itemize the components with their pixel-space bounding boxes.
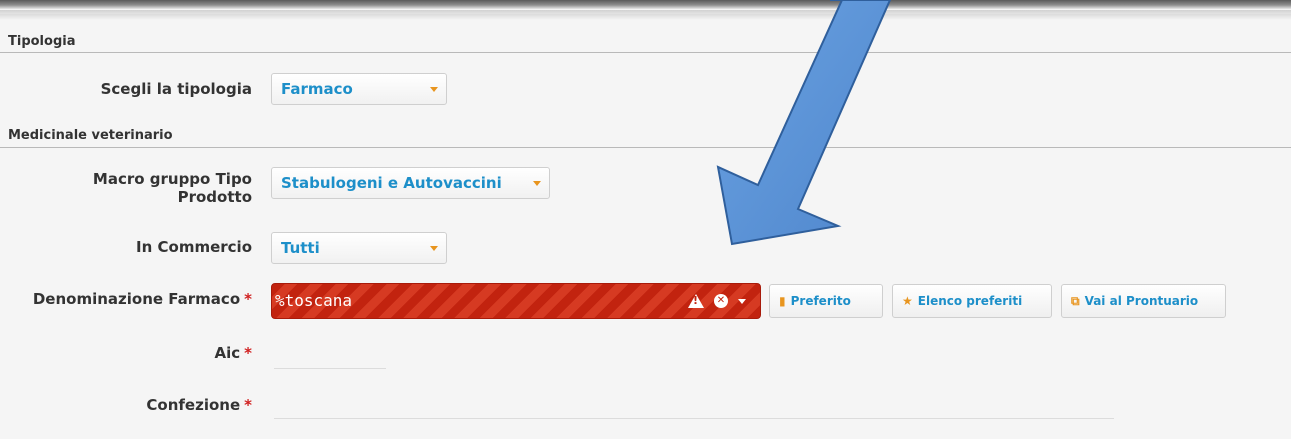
star-icon: ★ [902, 294, 913, 308]
denominazione-input[interactable]: %toscana ✕ [271, 283, 761, 319]
input-value: %toscana [275, 291, 353, 310]
label-denominazione: Denominazione Farmaco * [33, 290, 252, 308]
button-label: Preferito [790, 294, 851, 308]
section-title-medicinale: Medicinale veterinario [8, 128, 173, 143]
input-icons: ✕ [688, 284, 746, 318]
bookmark-icon: ▮ [779, 294, 786, 308]
preferito-button[interactable]: ▮ Preferito [769, 284, 883, 318]
tipologia-select[interactable]: Farmaco [271, 73, 447, 105]
section-title-tipologia: Tipologia [8, 34, 76, 49]
required-marker: * [244, 290, 252, 308]
label-in-commercio: In Commercio [136, 238, 252, 256]
label-text: Confezione [146, 396, 241, 414]
top-bar-shadow [0, 10, 1291, 20]
label-aic: Aic * [214, 344, 252, 362]
required-marker: * [244, 396, 252, 414]
select-value: Farmaco [281, 80, 353, 98]
select-value: Stabulogeni e Autovaccini [281, 174, 502, 192]
label-text: In Commercio [136, 238, 252, 256]
required-marker: * [244, 344, 252, 362]
external-link-icon: ⧉ [1071, 294, 1080, 308]
section-divider [0, 147, 1291, 148]
label-line: Prodotto [177, 188, 252, 206]
label-confezione: Confezione * [146, 396, 252, 414]
warning-icon [688, 294, 704, 308]
label-text: Scegli la tipologia [100, 80, 252, 98]
in-commercio-select[interactable]: Tutti [271, 232, 447, 264]
label-line: Macro gruppo Tipo [92, 170, 252, 188]
label-macro-gruppo: Macro gruppo Tipo Prodotto [93, 170, 252, 206]
select-value: Tutti [281, 239, 320, 257]
elenco-preferiti-button[interactable]: ★ Elenco preferiti [892, 284, 1052, 318]
chevron-down-icon [430, 246, 438, 251]
vai-prontuario-button[interactable]: ⧉ Vai al Prontuario [1061, 284, 1226, 318]
macro-gruppo-select[interactable]: Stabulogeni e Autovaccini [271, 167, 550, 199]
button-label: Elenco preferiti [917, 294, 1023, 308]
label-tipologia: Scegli la tipologia [101, 80, 252, 98]
button-label: Vai al Prontuario [1084, 294, 1199, 308]
form-panel [0, 14, 1291, 439]
label-text: Aic [214, 344, 241, 362]
label-text: Denominazione Farmaco [32, 290, 241, 308]
chevron-down-icon [533, 181, 541, 186]
confezione-field[interactable] [274, 418, 1114, 419]
clear-icon[interactable]: ✕ [714, 294, 728, 308]
top-bar [0, 0, 1291, 10]
chevron-down-icon[interactable] [738, 298, 746, 304]
chevron-down-icon [430, 87, 438, 92]
section-divider [0, 52, 1291, 53]
aic-field[interactable] [274, 368, 386, 369]
